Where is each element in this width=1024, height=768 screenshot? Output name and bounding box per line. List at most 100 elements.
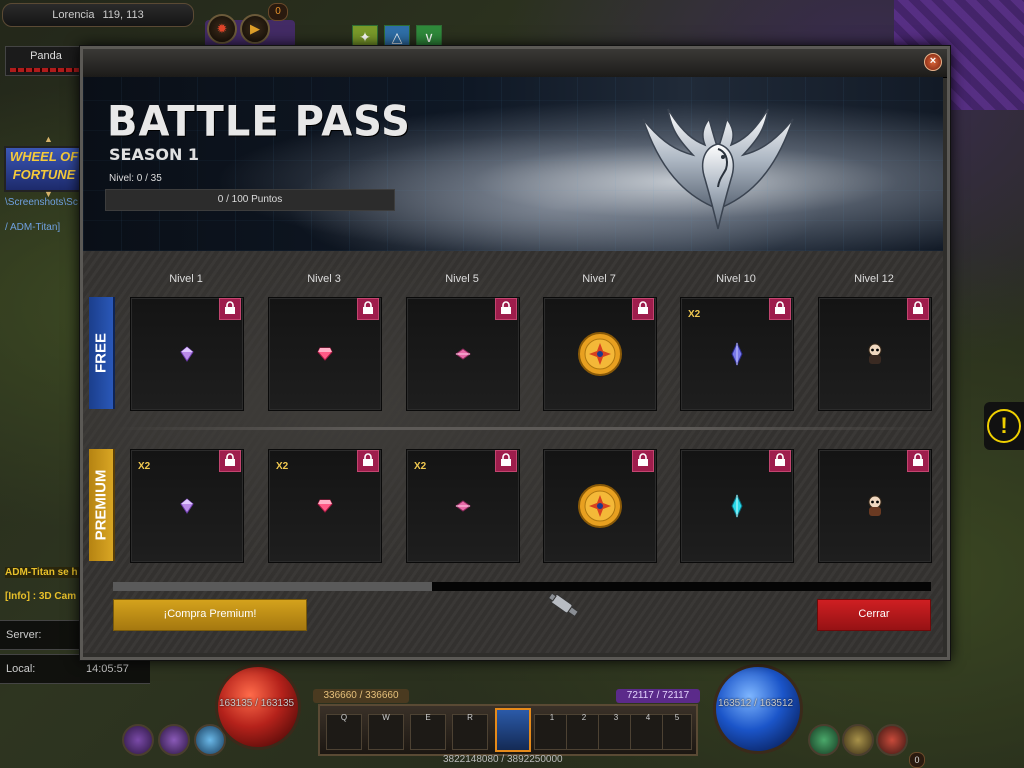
column-label: Nivel 7 (582, 273, 616, 285)
menu-icon[interactable] (876, 724, 908, 756)
alert-button[interactable]: ! (984, 402, 1024, 450)
battle-pass-window: × BATTLE PASS SEASON 1 Nivel: 0 / 35 0 /… (80, 46, 950, 660)
column-label: Nivel 1 (169, 273, 203, 285)
reward-multiplier: X2 (138, 461, 151, 472)
points-progress-bar: 0 / 100 Puntos (105, 189, 395, 211)
server-label: Server: (6, 629, 42, 641)
skill-orb-icon[interactable] (158, 724, 190, 756)
lock-icon (769, 298, 791, 320)
premium-reward-card[interactable] (680, 449, 794, 563)
pink-crystal-icon (455, 348, 471, 360)
doll-figure-icon (868, 495, 882, 516)
location-coords: 119, 113 (102, 9, 144, 21)
lock-icon (495, 450, 517, 472)
free-reward-card[interactable] (818, 297, 932, 411)
column-label: Nivel 5 (445, 273, 479, 285)
exp-text: 3822148080 / 3892250000 (443, 754, 563, 765)
premium-reward-card[interactable] (543, 449, 657, 563)
skill-slot[interactable]: 3 (598, 713, 634, 750)
skill-slot[interactable]: 1 (534, 713, 570, 750)
reward-multiplier: X2 (688, 309, 701, 320)
skill-orb-icon[interactable] (122, 724, 154, 756)
horizontal-scrollbar[interactable] (113, 582, 931, 591)
skill-slot[interactable]: R (452, 713, 488, 750)
lock-icon (495, 298, 517, 320)
inventory-icon[interactable] (808, 724, 840, 756)
window-title-bar: × (83, 49, 947, 78)
free-reward-card[interactable]: X2 (680, 297, 794, 411)
lock-icon (632, 298, 654, 320)
skill-slot[interactable]: 4 (630, 713, 666, 750)
location-name: Lorencia (52, 9, 95, 21)
free-track-label: FREE (89, 297, 115, 409)
blue-crystal-icon (731, 342, 743, 366)
lock-icon (357, 450, 379, 472)
premium-track-label: PREMIUM (89, 449, 115, 561)
premium-reward-card[interactable]: X2 (406, 449, 520, 563)
hp-text: 163135 / 163135 (219, 698, 295, 709)
lock-icon (219, 450, 241, 472)
battle-pass-banner: BATTLE PASS SEASON 1 Nivel: 0 / 35 0 / 1… (83, 77, 943, 251)
column-label: Nivel 3 (307, 273, 341, 285)
character-icon[interactable] (842, 724, 874, 756)
lock-icon (769, 450, 791, 472)
chat-info: [Info] : 3D Cam (5, 591, 77, 602)
skill-slot[interactable]: 5 (662, 713, 692, 750)
pink-gem-icon (317, 499, 333, 513)
chat-line: \Screenshots\Sc (5, 197, 78, 208)
local-label: Local: (6, 663, 36, 675)
cyan-crystal-icon (731, 494, 743, 518)
sun-icon[interactable]: ✹ (207, 14, 237, 44)
mp-text: 163512 / 163512 (718, 698, 794, 709)
lock-icon (907, 298, 929, 320)
lock-icon (357, 298, 379, 320)
premium-reward-card[interactable]: X2 (268, 449, 382, 563)
active-skill-icon[interactable] (495, 708, 531, 752)
party-member[interactable]: Panda (5, 46, 87, 76)
purple-gem-icon (180, 498, 194, 514)
skill-slot[interactable]: 2 (566, 713, 602, 750)
premium-reward-card[interactable]: X2 (130, 449, 244, 563)
party-member-name: Panda (30, 50, 62, 62)
skill-slot[interactable]: W (368, 713, 404, 750)
pink-gem-icon (317, 347, 333, 361)
free-reward-card[interactable] (543, 297, 657, 411)
location-bar: Lorencia 119, 113 (2, 3, 194, 27)
free-reward-card[interactable] (268, 297, 382, 411)
track-separator (113, 427, 937, 430)
skill-slot[interactable]: Q (326, 713, 362, 750)
reward-multiplier: X2 (276, 461, 289, 472)
close-icon[interactable]: × (924, 53, 942, 71)
bottom-badge: 0 (909, 752, 925, 768)
chat-notice: ADM-Titan se h (5, 567, 83, 578)
dragon-emblem-icon (642, 108, 794, 230)
gold-coin-icon (578, 484, 622, 528)
arrow-up-icon[interactable]: ▲ (44, 134, 53, 144)
party-member-hp (10, 68, 82, 72)
wheel-of-fortune-button[interactable]: WHEEL OF FORTUNE (4, 146, 84, 192)
skill-slot[interactable]: E (410, 713, 446, 750)
column-label: Nivel 12 (854, 273, 894, 285)
points-text: 0 / 100 Puntos (217, 194, 283, 205)
doll-figure-icon (868, 343, 882, 364)
free-reward-card[interactable] (406, 297, 520, 411)
lock-icon (219, 298, 241, 320)
local-time: 14:05:57 (86, 663, 129, 675)
pink-crystal-icon (455, 500, 471, 512)
lock-icon (907, 450, 929, 472)
column-label: Nivel 10 (716, 273, 756, 285)
gold-coin-icon (578, 332, 622, 376)
battle-pass-title: BATTLE PASS (107, 97, 411, 147)
play-icon[interactable]: ▶ (240, 14, 270, 44)
rewards-panel: Nivel 1 Nivel 3 Nivel 5 Nivel 7 Nivel 10… (83, 251, 943, 653)
close-button[interactable]: Cerrar (817, 599, 931, 631)
notification-count: 0 (268, 3, 288, 21)
free-reward-card[interactable] (130, 297, 244, 411)
level-text: Nivel: 0 / 35 (109, 173, 162, 184)
reward-multiplier: X2 (414, 461, 427, 472)
scrollbar-thumb[interactable] (113, 582, 432, 591)
buy-premium-button[interactable]: ¡Compra Premium! (113, 599, 307, 631)
mouse-cursor-icon (547, 592, 579, 618)
ag-text: 336660 / 336660 (313, 689, 409, 703)
premium-reward-card[interactable] (818, 449, 932, 563)
